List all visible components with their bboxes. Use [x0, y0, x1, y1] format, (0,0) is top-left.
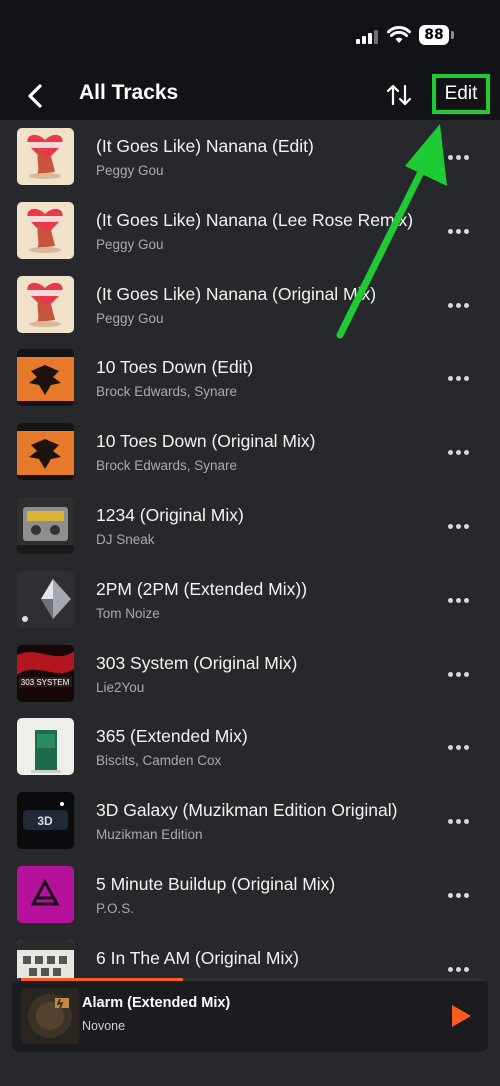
track-artwork [17, 496, 74, 554]
more-icon[interactable] [446, 296, 472, 316]
track-row[interactable]: 3D 3D Galaxy (Muzikman Edition Original) M… [0, 784, 500, 858]
track-title: 10 Toes Down (Edit) [96, 357, 254, 378]
battery-tip [451, 31, 454, 39]
more-icon[interactable] [446, 812, 472, 832]
track-artwork [17, 865, 74, 923]
wifi-icon [387, 26, 411, 43]
now-playing-artist: Novone [82, 1019, 126, 1033]
track-title: (It Goes Like) Nanana (Edit) [96, 136, 314, 156]
more-icon[interactable] [446, 222, 472, 242]
track-title: 6 In The AM (Original Mix) [96, 947, 299, 968]
track-row[interactable]: 5 Minute Buildup (Original Mix) P.O.S. [0, 858, 500, 932]
track-row[interactable]: 1234 (Original Mix) DJ Sneak [0, 489, 500, 563]
mini-player[interactable]: Alarm (Extended Mix) Novone [12, 978, 488, 1052]
more-icon[interactable] [446, 369, 472, 389]
track-title: 2PM (2PM (Extended Mix)) [96, 578, 308, 599]
track-title: 365 (Extended Mix) [96, 726, 248, 747]
track-title: 1234 (Original Mix) [96, 504, 244, 525]
track-row[interactable]: 2PM (2PM (Extended Mix)) Tom Noize [0, 563, 500, 637]
now-playing-title: Alarm (Extended Mix) [82, 995, 231, 1011]
sort-icon[interactable] [385, 82, 413, 108]
track-artist: Tom Noize [96, 605, 160, 621]
svg-text:303 SYSTEM: 303 SYSTEM [21, 678, 70, 687]
track-artist: P.O.S. [96, 900, 135, 916]
track-row[interactable]: 303 SYSTEM 303 System (Original Mix) Lie2Y… [0, 637, 500, 711]
progress-bar[interactable] [12, 978, 488, 981]
track-title: (It Goes Like) Nanana (Original Mix) [96, 283, 377, 304]
progress-fill [21, 978, 183, 981]
header: All Tracks Edit [0, 70, 500, 120]
home-indicator-area [0, 1052, 500, 1086]
more-icon[interactable] [446, 443, 472, 463]
track-artwork [17, 128, 74, 185]
track-artist: Peggy Gou [96, 163, 164, 178]
track-row[interactable]: 10 Toes Down (Edit) Brock Edwards, Synare [0, 341, 500, 415]
track-artwork [17, 349, 74, 407]
track-row[interactable]: (It Goes Like) Nanana (Original Mix) Pegg… [0, 268, 500, 342]
track-title: 5 Minute Buildup (Original Mix) [96, 873, 336, 894]
track-artist: DJ Sneak [96, 531, 155, 547]
track-artist: Brock Edwards, Synare [96, 458, 238, 474]
track-artist: Peggy Gou [96, 236, 164, 252]
track-artwork [17, 570, 74, 628]
track-title: (It Goes Like) Nanana (Lee Rose Remix) [96, 209, 414, 230]
track-row[interactable]: 365 (Extended Mix) Biscits, Camden Cox [0, 710, 500, 784]
edit-button[interactable]: Edit [432, 74, 490, 114]
now-playing-artwork [21, 988, 79, 1044]
more-icon[interactable] [446, 148, 472, 168]
track-row[interactable]: (It Goes Like) Nanana (Edit) Peggy Gou [0, 120, 500, 194]
signal-icon [356, 30, 378, 44]
track-artist: Muzikman Edition [96, 827, 203, 843]
track-artwork [17, 718, 74, 776]
more-icon[interactable] [446, 886, 472, 906]
track-artist: Brock Edwards, Synare [96, 384, 238, 400]
more-icon[interactable] [446, 960, 472, 980]
track-artist: Lie2You [96, 679, 145, 695]
play-icon[interactable] [450, 1004, 472, 1028]
more-icon[interactable] [446, 665, 472, 685]
more-icon[interactable] [446, 738, 472, 758]
battery-icon: 88 [419, 25, 449, 45]
more-icon[interactable] [446, 591, 472, 611]
more-icon[interactable] [446, 517, 472, 537]
track-title: 3D Galaxy (Muzikman Edition Original) [96, 800, 398, 821]
track-artist: Biscits, Camden Cox [96, 753, 222, 769]
track-list: (It Goes Like) Nanana (Edit) Peggy Gou (It… [0, 120, 500, 1006]
track-artist: Peggy Gou [96, 310, 164, 326]
track-row[interactable]: (It Goes Like) Nanana (Lee Rose Remix) Pe… [0, 194, 500, 268]
track-title: 10 Toes Down (Original Mix) [96, 431, 316, 452]
status-bar: 88 [0, 0, 500, 70]
track-artwork [17, 423, 74, 481]
track-title: 303 System (Original Mix) [96, 652, 298, 673]
chevron-left-icon[interactable] [22, 82, 50, 110]
track-artwork: 303 SYSTEM [17, 644, 74, 702]
track-artwork [17, 275, 74, 333]
track-row[interactable]: 10 Toes Down (Original Mix) Brock Edwards… [0, 415, 500, 489]
track-artwork [17, 201, 74, 259]
svg-text:3D: 3D [37, 814, 53, 828]
page-title: All Tracks [79, 81, 179, 104]
track-artwork: 3D [17, 792, 74, 850]
